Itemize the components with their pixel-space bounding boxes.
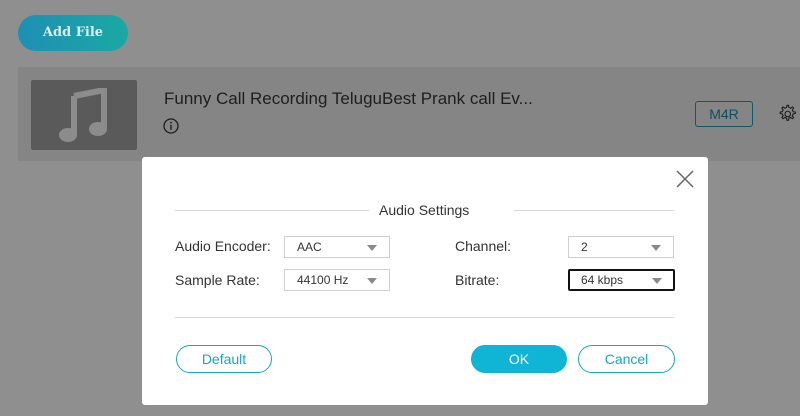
channel-value: 2 bbox=[581, 240, 588, 254]
chevron-down-icon bbox=[367, 245, 377, 251]
bitrate-value: 64 kbps bbox=[581, 273, 624, 287]
audio-encoder-value: AAC bbox=[297, 240, 322, 254]
default-button[interactable]: Default bbox=[176, 345, 272, 373]
file-list-item: Funny Call Recording TeluguBest Prank ca… bbox=[18, 67, 800, 161]
info-icon[interactable] bbox=[163, 118, 179, 134]
file-thumbnail bbox=[31, 80, 137, 150]
output-format-button[interactable]: M4R bbox=[695, 101, 753, 127]
bitrate-select[interactable]: 64 kbps bbox=[568, 269, 675, 291]
bitrate-label: Bitrate: bbox=[455, 272, 500, 288]
ok-button[interactable]: OK bbox=[471, 345, 567, 373]
chevron-down-icon bbox=[651, 245, 661, 251]
audio-encoder-label: Audio Encoder: bbox=[175, 238, 271, 254]
channel-select[interactable]: 2 bbox=[568, 236, 674, 258]
section-title-text: Audio Settings bbox=[379, 202, 470, 218]
chevron-down-icon bbox=[367, 278, 377, 284]
audio-settings-dialog: Audio Settings Audio Encoder: AAC Channe… bbox=[142, 157, 708, 405]
add-file-button[interactable]: Add File bbox=[18, 15, 128, 51]
cancel-button[interactable]: Cancel bbox=[578, 345, 675, 373]
gear-icon[interactable] bbox=[776, 103, 798, 125]
file-title: Funny Call Recording TeluguBest Prank ca… bbox=[164, 89, 533, 108]
divider bbox=[175, 317, 674, 318]
sample-rate-label: Sample Rate: bbox=[175, 272, 260, 288]
section-title: Audio Settings bbox=[175, 201, 674, 219]
divider bbox=[175, 210, 369, 211]
app-page: Add File Funny Call Recording TeluguBest… bbox=[0, 0, 800, 416]
close-icon[interactable] bbox=[675, 169, 695, 189]
audio-encoder-select[interactable]: AAC bbox=[284, 236, 390, 258]
sample-rate-select[interactable]: 44100 Hz bbox=[284, 269, 390, 291]
music-note-icon bbox=[59, 88, 107, 142]
sample-rate-value: 44100 Hz bbox=[297, 273, 349, 287]
channel-label: Channel: bbox=[455, 238, 512, 254]
divider bbox=[514, 210, 674, 211]
chevron-down-icon bbox=[652, 278, 662, 284]
